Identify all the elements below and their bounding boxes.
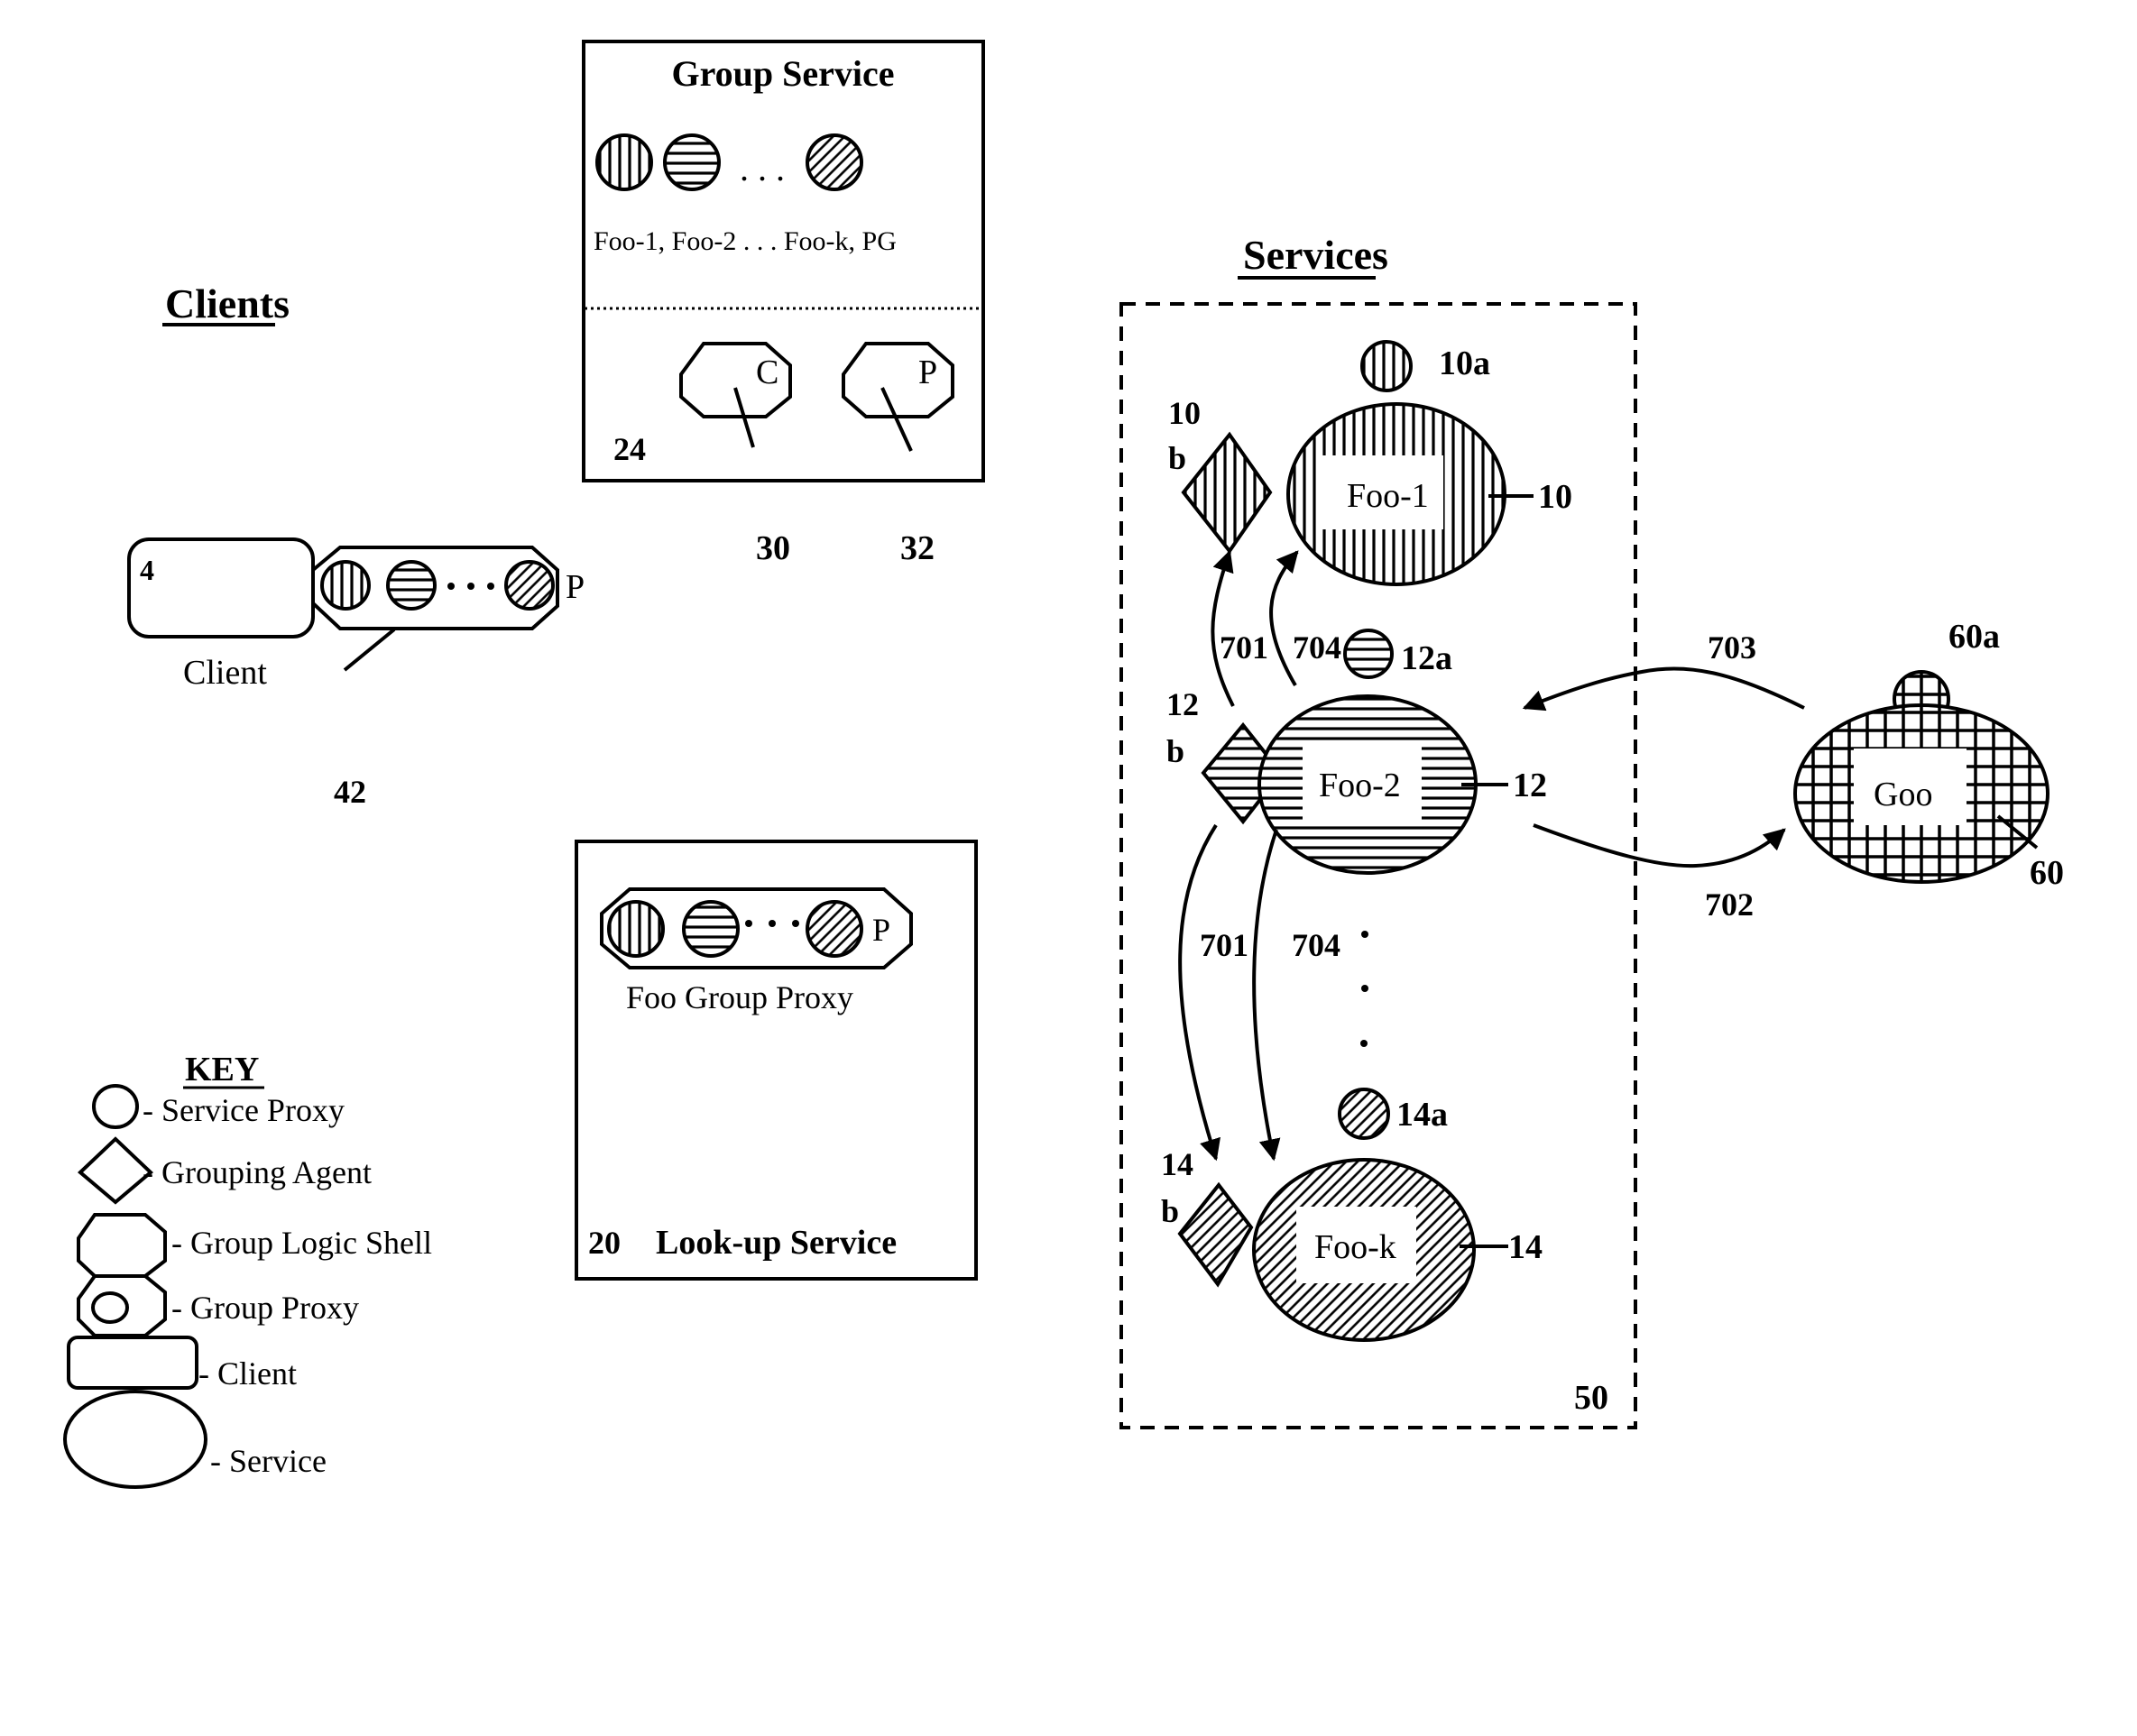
ref-12b-bottom: b <box>1166 733 1184 769</box>
ref-14b-top: 14 <box>1161 1146 1193 1182</box>
arrow-label-703: 703 <box>1708 629 1756 666</box>
client-group-proxy[interactable]: P <box>311 546 585 630</box>
proxy-fook-icon <box>806 900 863 958</box>
ref-30: 30 <box>756 529 790 567</box>
foo-group-proxy-caption: Foo Group Proxy <box>626 979 853 1015</box>
ellipsis-dot <box>792 920 799 927</box>
client-ref: 4 <box>140 554 154 586</box>
ref-12a: 12a <box>1401 639 1452 677</box>
arrow-701-down <box>1178 823 1220 1162</box>
arrow-label-704-down: 704 <box>1292 927 1340 963</box>
proxy-fook-icon <box>504 560 555 611</box>
ref-42: 42 <box>334 774 366 810</box>
ref-12b-top: 12 <box>1166 686 1199 722</box>
ref-10: 10 <box>1538 478 1572 516</box>
service-name: Foo-2 <box>1319 767 1401 804</box>
continuation-dot <box>1361 931 1368 938</box>
lookup-title: Look-up Service <box>656 1224 897 1262</box>
client-label: Client <box>183 654 267 692</box>
leader-line-42 <box>343 628 396 672</box>
key-group-logic-shell-icon <box>77 1213 167 1278</box>
proxy-p-label: P <box>872 912 890 948</box>
group-service-box: Group Service . . . Foo-1, Foo-2 . . . F… <box>582 40 985 567</box>
ellipsis-dot <box>745 920 752 927</box>
clients-section: Clients 4 Client P 42 <box>127 280 585 810</box>
ref-10a: 10a <box>1439 344 1490 382</box>
arrow-label-701-up: 701 <box>1220 629 1268 666</box>
key-title: KEY <box>185 1051 259 1088</box>
arrow-label-702: 702 <box>1705 886 1754 923</box>
proxy-foo2-icon <box>386 560 437 611</box>
key-label: - Group Proxy <box>171 1290 359 1326</box>
arrow-703 <box>1522 666 1805 712</box>
lookup-service-box: P Foo Group Proxy 20 Look-up Service <box>575 840 978 1281</box>
ref-12: 12 <box>1513 767 1547 804</box>
service-name: Foo-1 <box>1347 477 1429 515</box>
key-group-proxy-inner-icon <box>91 1291 129 1324</box>
ellipsis-dot <box>769 920 776 927</box>
key-service-icon <box>63 1390 207 1489</box>
group-service-ref: 24 <box>613 431 646 467</box>
ref-10b-top: 10 <box>1168 395 1201 431</box>
service-goo[interactable]: Goo <box>1793 670 2049 884</box>
ref-10b-bottom: b <box>1168 440 1186 476</box>
proxies-caption: Foo-1, Foo-2 . . . Foo-k, PG <box>594 226 897 256</box>
ref-32: 32 <box>900 529 935 567</box>
ellipsis: . . . <box>740 148 785 188</box>
proxy-foo1-icon <box>320 560 371 611</box>
client-box[interactable] <box>127 537 315 638</box>
service-name: Foo-k <box>1314 1228 1396 1266</box>
ref-14a: 14a <box>1396 1096 1448 1134</box>
key-label: - Group Logic Shell <box>171 1225 432 1261</box>
shell-p-letter: P <box>918 354 937 391</box>
arrow-label-704-up: 704 <box>1293 629 1341 666</box>
continuation-dot <box>1361 985 1368 992</box>
continuation-dot <box>1360 1040 1368 1047</box>
key-grouping-agent-icon <box>78 1136 153 1205</box>
services-group-ref: 50 <box>1574 1379 1608 1417</box>
key-label: - Client <box>198 1355 297 1392</box>
shell-c-letter: C <box>756 354 778 391</box>
ref-14: 14 <box>1508 1228 1543 1266</box>
ellipsis-dot <box>467 583 474 590</box>
key-client-icon <box>67 1336 198 1390</box>
arrow-label-701-down: 701 <box>1200 927 1248 963</box>
clients-title: Clients <box>165 280 290 326</box>
grouping-agent-10b-icon <box>1181 431 1273 555</box>
proxy-foo1-icon <box>607 900 665 958</box>
arrow-702 <box>1533 823 1786 868</box>
service-proxy-10a-icon <box>1360 340 1413 392</box>
arrow-704-down <box>1252 829 1281 1162</box>
proxy-fook-icon <box>806 133 863 191</box>
group-service-title: Group Service <box>671 53 894 94</box>
proxy-foo2-icon <box>682 900 740 958</box>
service-name: Goo <box>1874 776 1932 813</box>
service-proxy-12a-icon <box>1343 629 1394 679</box>
key-label: - Grouping Agent <box>143 1154 372 1190</box>
group-proxy-p-label: P <box>566 568 585 606</box>
diagram-canvas: Clients 4 Client P 42 Group Service . . … <box>0 0 2137 1736</box>
foo-group-proxy[interactable]: P <box>600 887 913 969</box>
key-label: - Service Proxy <box>143 1092 345 1128</box>
grouping-agent-14b-icon <box>1177 1181 1254 1288</box>
ref-14b-bottom: b <box>1161 1193 1179 1229</box>
diagram-svg: Clients 4 Client P 42 Group Service . . … <box>63 40 2064 1489</box>
lookup-ref: 20 <box>588 1225 621 1261</box>
key-legend: KEY - Service Proxy - Grouping Agent - G… <box>63 1051 432 1489</box>
key-label: - Service <box>210 1443 327 1479</box>
group-logic-shell-p[interactable]: P <box>842 342 954 418</box>
group-logic-shell-c[interactable]: C <box>679 342 792 418</box>
proxy-foo2-icon <box>663 133 721 191</box>
ellipsis-dot <box>447 583 455 590</box>
ref-60: 60 <box>2030 854 2064 892</box>
services-section: Services 50 Foo-1 10a 10 b 10 Foo-2 12a … <box>1119 232 2064 1429</box>
services-title: Services <box>1243 232 1388 278</box>
service-proxy-14a-icon <box>1338 1088 1390 1140</box>
key-service-proxy-icon <box>92 1084 139 1129</box>
ellipsis-dot <box>487 583 494 590</box>
ref-60a: 60a <box>1948 618 2000 656</box>
proxy-foo1-icon <box>595 133 653 191</box>
leader-line-32 <box>880 387 913 452</box>
